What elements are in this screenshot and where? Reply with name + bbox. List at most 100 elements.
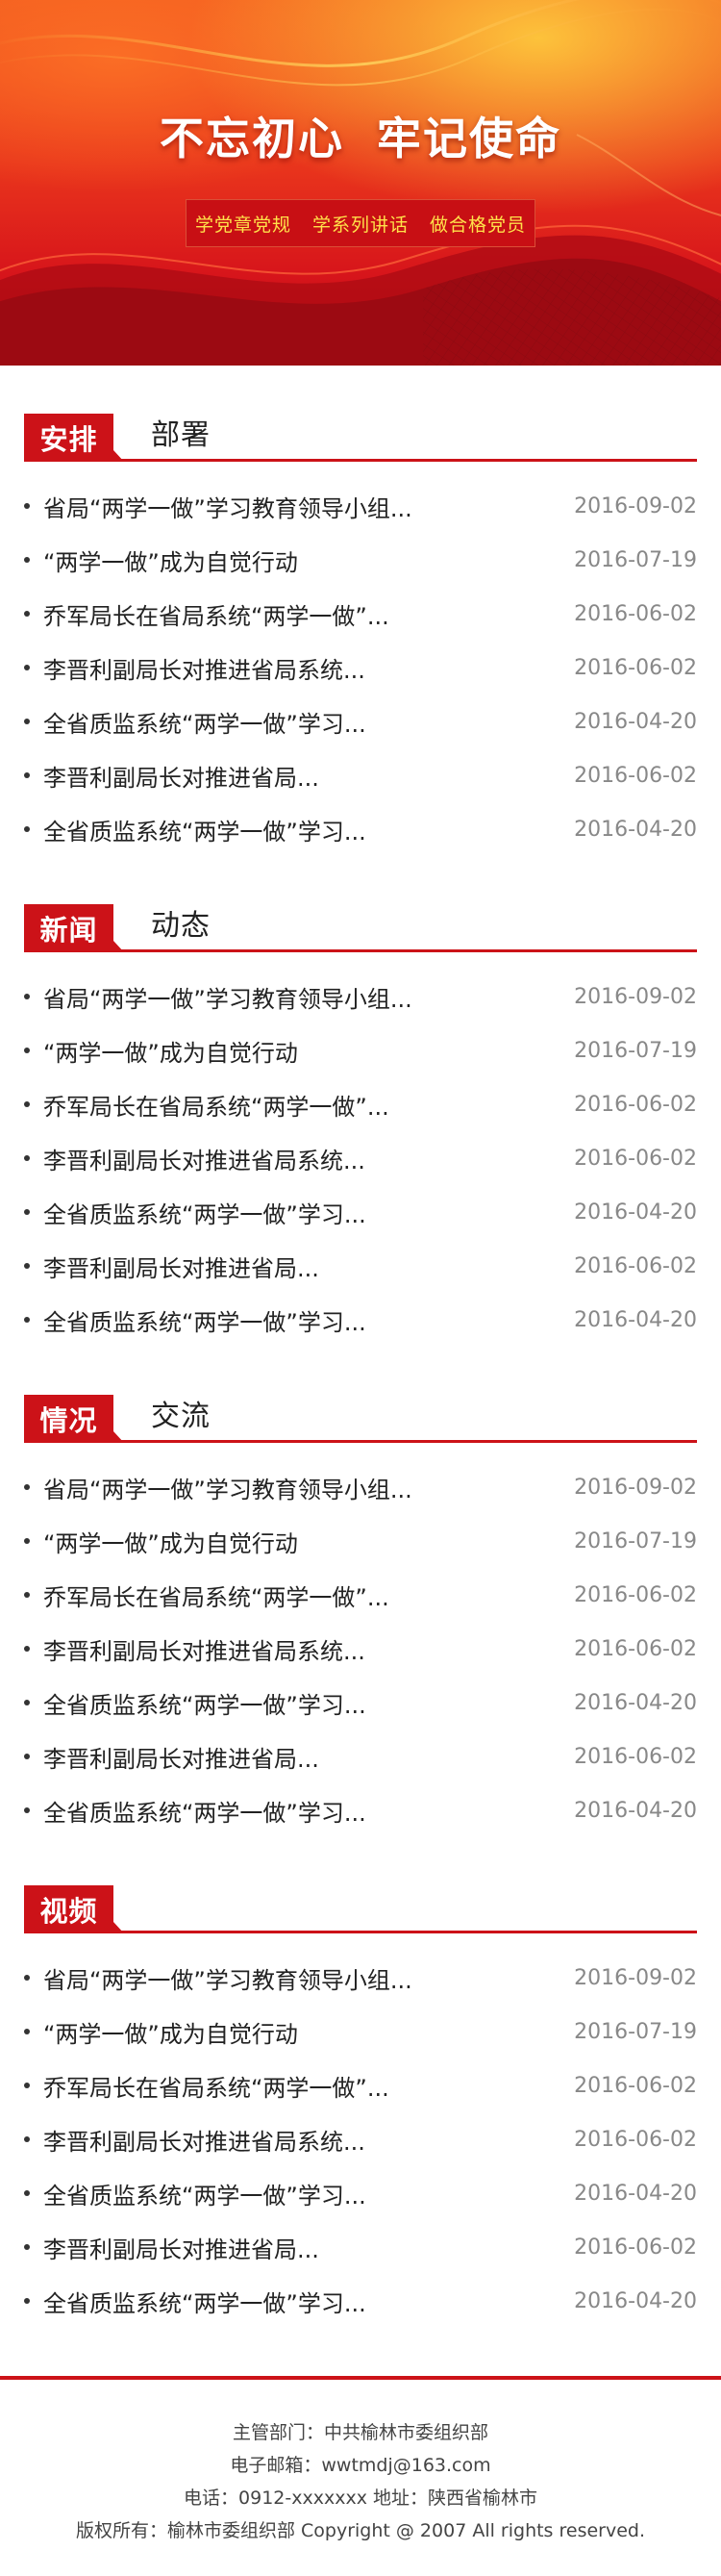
bullet-icon xyxy=(24,1975,30,1981)
news-item-title[interactable]: 全省质监系统“两学一做”学习... xyxy=(43,1794,366,1828)
bullet-icon xyxy=(24,1754,30,1759)
news-item[interactable]: 省局“两学一做”学习教育领导小组... 2016-09-02 xyxy=(24,970,697,1023)
news-item-date: 2016-04-20 xyxy=(574,817,697,842)
section-title: 动态 xyxy=(151,909,211,943)
news-item-title[interactable]: 乔军局长在省局系统“两学一做”... xyxy=(43,1578,389,1612)
news-item-title[interactable]: 省局“两学一做”学习教育领导小组... xyxy=(43,980,412,1014)
news-item[interactable]: 省局“两学一做”学习教育领导小组... 2016-09-02 xyxy=(24,1951,697,2005)
news-item[interactable]: 全省质监系统“两学一做”学习... 2016-04-20 xyxy=(24,2274,697,2328)
news-item-title[interactable]: 全省质监系统“两学一做”学习... xyxy=(43,813,366,846)
news-item[interactable]: 李晋利副局长对推进省局... 2016-06-02 xyxy=(24,1239,697,1293)
news-item-left: 乔军局长在省局系统“两学一做”... xyxy=(24,1088,389,1122)
news-item-date: 2016-06-02 xyxy=(574,2073,697,2098)
news-list: 省局“两学一做”学习教育领导小组... 2016-09-02 “两学一做”成为自… xyxy=(24,462,697,856)
news-item[interactable]: 乔军局长在省局系统“两学一做”... 2016-06-02 xyxy=(24,1077,697,1131)
bullet-icon xyxy=(24,1700,30,1705)
news-item-left: 李晋利副局长对推进省局系统... xyxy=(24,2123,365,2157)
news-item[interactable]: 李晋利副局长对推进省局系统... 2016-06-02 xyxy=(24,1131,697,1185)
news-item[interactable]: “两学一做”成为自觉行动 2016-07-19 xyxy=(24,1023,697,1077)
news-item-title[interactable]: 全省质监系统“两学一做”学习... xyxy=(43,705,366,739)
news-item-title[interactable]: 李晋利副局长对推进省局系统... xyxy=(43,1632,365,1666)
news-item[interactable]: 李晋利副局长对推进省局系统... 2016-06-02 xyxy=(24,2112,697,2166)
news-item[interactable]: “两学一做”成为自觉行动 2016-07-19 xyxy=(24,533,697,587)
bullet-icon xyxy=(24,1155,30,1161)
section-tag: 新闻 xyxy=(24,904,124,952)
news-item-date: 2016-06-02 xyxy=(574,1582,697,1607)
news-item-title[interactable]: 乔军局长在省局系统“两学一做”... xyxy=(43,597,389,631)
footer-email[interactable]: 电子邮箱：wwtmdj@163.com xyxy=(0,2449,721,2482)
news-item[interactable]: “两学一做”成为自觉行动 2016-07-19 xyxy=(24,1514,697,1568)
news-item-left: 李晋利副局长对推进省局系统... xyxy=(24,1632,365,1666)
news-item-title[interactable]: “两学一做”成为自觉行动 xyxy=(43,1525,298,1558)
section-header: 情况 交流 xyxy=(24,1395,697,1443)
banner-title-part2: 牢记使命 xyxy=(377,113,561,164)
news-item[interactable]: 全省质监系统“两学一做”学习... 2016-04-20 xyxy=(24,1783,697,1837)
news-item-left: 全省质监系统“两学一做”学习... xyxy=(24,1686,366,1720)
news-item[interactable]: 乔军局长在省局系统“两学一做”... 2016-06-02 xyxy=(24,2058,697,2112)
section-tag: 情况 xyxy=(24,1395,124,1443)
news-item-title[interactable]: 李晋利副局长对推进省局... xyxy=(43,759,319,793)
news-item-date: 2016-06-02 xyxy=(574,1744,697,1769)
news-item-title[interactable]: 李晋利副局长对推进省局... xyxy=(43,1250,319,1283)
news-item-title[interactable]: 省局“两学一做”学习教育领导小组... xyxy=(43,1961,412,1995)
news-item-left: 全省质监系统“两学一做”学习... xyxy=(24,705,366,739)
news-item-date: 2016-04-20 xyxy=(574,1200,697,1225)
bullet-icon xyxy=(24,1592,30,1598)
news-item-title[interactable]: 全省质监系统“两学一做”学习... xyxy=(43,2285,366,2318)
news-item[interactable]: 全省质监系统“两学一做”学习... 2016-04-20 xyxy=(24,1293,697,1347)
news-item-title[interactable]: 李晋利副局长对推进省局... xyxy=(43,1740,319,1774)
news-item[interactable]: 全省质监系统“两学一做”学习... 2016-04-20 xyxy=(24,2166,697,2220)
news-item[interactable]: 乔军局长在省局系统“两学一做”... 2016-06-02 xyxy=(24,587,697,641)
news-item-title[interactable]: 李晋利副局长对推进省局系统... xyxy=(43,1142,365,1175)
news-item[interactable]: 李晋利副局长对推进省局系统... 2016-06-02 xyxy=(24,1622,697,1676)
news-item-title[interactable]: 全省质监系统“两学一做”学习... xyxy=(43,1196,366,1229)
news-item-left: “两学一做”成为自觉行动 xyxy=(24,1525,298,1558)
news-item[interactable]: 全省质监系统“两学一做”学习... 2016-04-20 xyxy=(24,1185,697,1239)
news-item-title[interactable]: 省局“两学一做”学习教育领导小组... xyxy=(43,1471,412,1504)
news-item-left: 省局“两学一做”学习教育领导小组... xyxy=(24,1961,412,1995)
bullet-icon xyxy=(24,1807,30,1813)
news-item-left: 全省质监系统“两学一做”学习... xyxy=(24,1303,366,1337)
news-item[interactable]: 全省质监系统“两学一做”学习... 2016-04-20 xyxy=(24,695,697,748)
news-item-title[interactable]: “两学一做”成为自觉行动 xyxy=(43,1034,298,1068)
footer-copyright: 版权所有：榆林市委组织部 Copyright @ 2007 All rights… xyxy=(75,2520,646,2541)
news-item-left: 乔军局长在省局系统“两学一做”... xyxy=(24,597,389,631)
section-title: 部署 xyxy=(151,418,211,452)
section-title: 交流 xyxy=(151,1400,211,1433)
news-item[interactable]: 全省质监系统“两学一做”学习... 2016-04-20 xyxy=(24,1676,697,1730)
bullet-icon xyxy=(24,2136,30,2142)
section-tag: 安排 xyxy=(24,414,124,462)
news-item-left: 李晋利副局长对推进省局... xyxy=(24,1740,319,1774)
news-item[interactable]: 李晋利副局长对推进省局... 2016-06-02 xyxy=(24,1730,697,1783)
news-item-title[interactable]: 李晋利副局长对推进省局系统... xyxy=(43,2123,365,2157)
news-item[interactable]: 李晋利副局长对推进省局... 2016-06-02 xyxy=(24,748,697,802)
news-item[interactable]: 全省质监系统“两学一做”学习... 2016-04-20 xyxy=(24,802,697,856)
news-item-title[interactable]: 乔军局长在省局系统“两学一做”... xyxy=(43,1088,389,1122)
news-item-left: 李晋利副局长对推进省局... xyxy=(24,2231,319,2264)
news-item-date: 2016-06-02 xyxy=(574,655,697,680)
news-item[interactable]: “两学一做”成为自觉行动 2016-07-19 xyxy=(24,2005,697,2058)
news-item-title[interactable]: “两学一做”成为自觉行动 xyxy=(43,543,298,577)
news-item[interactable]: 省局“两学一做”学习教育领导小组... 2016-09-02 xyxy=(24,1460,697,1514)
news-item-date: 2016-09-02 xyxy=(574,493,697,518)
news-item-title[interactable]: 全省质监系统“两学一做”学习... xyxy=(43,1303,366,1337)
section-tag: 视频 xyxy=(24,1885,124,1933)
news-item-title[interactable]: 李晋利副局长对推进省局... xyxy=(43,2231,319,2264)
news-item-title[interactable]: 省局“两学一做”学习教育领导小组... xyxy=(43,490,412,523)
section-header: 新闻 动态 xyxy=(24,904,697,952)
news-item[interactable]: 李晋利副局长对推进省局... 2016-06-02 xyxy=(24,2220,697,2274)
news-item-title[interactable]: 全省质监系统“两学一做”学习... xyxy=(43,2177,366,2210)
news-item-title[interactable]: “两学一做”成为自觉行动 xyxy=(43,2015,298,2049)
main-content: 安排 部署 省局“两学一做”学习教育领导小组... 2016-09-02 “两学… xyxy=(0,366,721,2328)
news-item[interactable]: 省局“两学一做”学习教育领导小组... 2016-09-02 xyxy=(24,479,697,533)
news-item-title[interactable]: 全省质监系统“两学一做”学习... xyxy=(43,1686,366,1720)
news-item-left: “两学一做”成为自觉行动 xyxy=(24,1034,298,1068)
news-item[interactable]: 乔军局长在省局系统“两学一做”... 2016-06-02 xyxy=(24,1568,697,1622)
news-item[interactable]: 李晋利副局长对推进省局系统... 2016-06-02 xyxy=(24,641,697,695)
bullet-icon xyxy=(24,772,30,778)
news-item-title[interactable]: 乔军局长在省局系统“两学一做”... xyxy=(43,2069,389,2103)
news-item-date: 2016-04-20 xyxy=(574,1798,697,1823)
news-list: 省局“两学一做”学习教育领导小组... 2016-09-02 “两学一做”成为自… xyxy=(24,1933,697,2328)
news-item-title[interactable]: 李晋利副局长对推进省局系统... xyxy=(43,651,365,685)
bullet-icon xyxy=(24,1317,30,1323)
